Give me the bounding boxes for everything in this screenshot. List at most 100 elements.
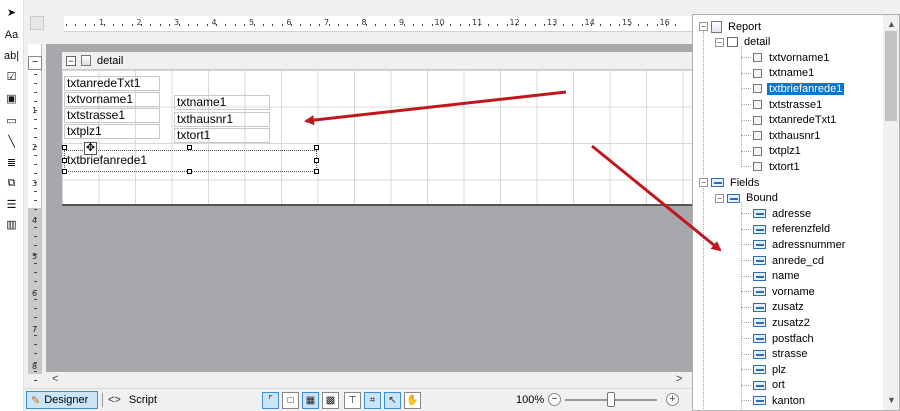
- snap-grid-button[interactable]: □: [282, 392, 299, 409]
- move-handle-icon[interactable]: ✥: [84, 142, 97, 155]
- collapse-band-button[interactable]: −: [28, 56, 42, 70]
- ruler-tick: [34, 308, 37, 309]
- field-txtname1[interactable]: txtname1: [174, 95, 270, 110]
- field-txtort1[interactable]: txtort1: [174, 128, 270, 143]
- subreport-tool-icon[interactable]: ⧉: [3, 175, 20, 191]
- ruler-tick: [34, 254, 37, 255]
- resize-handle[interactable]: [62, 169, 67, 174]
- field-txtplz1[interactable]: txtplz1: [64, 124, 160, 139]
- detail-band-header[interactable]: − detail: [62, 52, 694, 70]
- zoom-in-icon[interactable]: +: [666, 393, 679, 406]
- tree-connector: [741, 72, 751, 74]
- detail-band-body[interactable]: txtanredeTxt1 txtvorname1 txtname1 txtst…: [62, 70, 694, 206]
- report-explorer-tree: − Report − detail txtvorname1 txtname1 txtbrie…: [692, 14, 900, 411]
- tree-item-control[interactable]: txtbriefanrede1: [753, 81, 845, 96]
- tree-item-control[interactable]: txtplz1: [753, 144, 803, 159]
- snap-ruler-button[interactable]: ⊤: [344, 392, 361, 409]
- tree-collapse-icon[interactable]: −: [699, 22, 708, 31]
- field-txtvorname1[interactable]: txtvorname1: [64, 92, 160, 107]
- resize-handle[interactable]: [62, 145, 67, 150]
- richtext-tool-icon[interactable]: ≣: [3, 154, 20, 170]
- designer-tab[interactable]: ✎ Designer: [26, 391, 98, 409]
- scroll-left-icon[interactable]: <: [52, 373, 58, 385]
- tree-item-control[interactable]: txthausnr1: [753, 128, 822, 143]
- tree-item-bound-field[interactable]: adressnummer: [753, 237, 847, 252]
- textbox-tool-icon[interactable]: ab|: [3, 48, 20, 64]
- script-tab[interactable]: <> Script: [108, 391, 157, 409]
- tree-item-label: strasse: [772, 348, 808, 361]
- tree-item-bound-field[interactable]: strasse: [753, 347, 809, 362]
- tree-collapse-icon[interactable]: −: [699, 178, 708, 187]
- tree-item-control[interactable]: txtanredeTxt1: [753, 113, 838, 128]
- scroll-right-icon[interactable]: >: [676, 373, 682, 385]
- zoom-out-icon[interactable]: −: [548, 393, 561, 406]
- tree-item-control[interactable]: txtname1: [753, 66, 816, 81]
- tree-connector: [741, 213, 751, 215]
- resize-handle[interactable]: [187, 145, 192, 150]
- ruler-number: 3: [174, 18, 180, 27]
- snap-lines-button[interactable]: ⌜: [262, 392, 279, 409]
- barcode-tool-icon[interactable]: ▥: [3, 216, 20, 232]
- resize-handle[interactable]: [314, 158, 319, 163]
- select-mode-button[interactable]: ↖: [384, 392, 401, 409]
- grid-button[interactable]: ▩: [322, 392, 339, 409]
- scroll-down-icon[interactable]: ▼: [887, 395, 896, 405]
- horizontal-scrollbar[interactable]: < >: [46, 372, 692, 388]
- picture-tool-icon[interactable]: ▣: [3, 90, 20, 106]
- tree-item-control[interactable]: txtvorname1: [753, 50, 832, 65]
- tree-item-detail[interactable]: − detail: [715, 35, 772, 50]
- label-tool-icon[interactable]: Aa: [3, 27, 20, 43]
- scroll-thumb[interactable]: [885, 31, 897, 121]
- tree-vertical-scrollbar[interactable]: ▲ ▼: [883, 15, 899, 410]
- tree-item-bound[interactable]: − Bound: [715, 191, 780, 206]
- field-txthausnr1[interactable]: txthausnr1: [174, 112, 270, 127]
- show-grid-button[interactable]: ▦: [302, 392, 319, 409]
- ruler-tick: [34, 209, 37, 210]
- ruler-number: 8: [361, 18, 367, 27]
- ruler-number: 3: [32, 179, 38, 188]
- checkbox-tool-icon[interactable]: ☑: [3, 68, 20, 84]
- resize-handle[interactable]: [187, 169, 192, 174]
- tree-item-bound-field[interactable]: plz: [753, 362, 788, 377]
- tree-item-bound-field[interactable]: zusatz2: [753, 315, 812, 330]
- tree-item-control[interactable]: txtstrasse1: [753, 97, 824, 112]
- field-txtanredetxt1[interactable]: txtanredeTxt1: [64, 76, 160, 91]
- tree-item-label: anrede_cd: [772, 254, 824, 267]
- tree-item-bound-field[interactable]: adresse: [753, 206, 813, 221]
- tree-item-label: zusatz: [772, 301, 804, 314]
- resize-handle[interactable]: [314, 145, 319, 150]
- ruler-number: 1: [99, 18, 105, 27]
- dimension-lines-button[interactable]: ⌗: [364, 392, 381, 409]
- resize-handle[interactable]: [62, 158, 67, 163]
- tree-item-bound-field[interactable]: postfach: [753, 331, 816, 346]
- field-txtstrasse1[interactable]: txtstrasse1: [64, 108, 160, 123]
- hand-tool-button[interactable]: ✋: [404, 392, 421, 409]
- tree-connector: [741, 202, 742, 410]
- pointer-tool-icon[interactable]: ➤: [3, 4, 20, 20]
- tree-item-bound-field[interactable]: anrede_cd: [753, 253, 826, 268]
- tree-item-fields[interactable]: − Fields: [699, 175, 761, 190]
- resize-handle[interactable]: [314, 169, 319, 174]
- ruler-tick: [34, 290, 37, 291]
- toolbox: ➤ Aa ab| ☑ ▣ ▭ ╲ ≣ ⧉ ☰ ▥: [0, 0, 24, 411]
- tree-item-bound-field[interactable]: ort: [753, 378, 787, 393]
- tree-item-bound-field[interactable]: referenzfeld: [753, 222, 832, 237]
- tree-item-bound-field[interactable]: zusatz: [753, 300, 806, 315]
- tree-collapse-icon[interactable]: −: [715, 193, 724, 203]
- tree-item-control[interactable]: txtort1: [753, 159, 802, 174]
- rectangle-tool-icon[interactable]: ▭: [3, 112, 20, 128]
- ruler-tick: [112, 24, 114, 26]
- field-icon: [753, 380, 766, 390]
- zoom-slider-thumb[interactable]: [607, 392, 615, 407]
- line-tool-icon[interactable]: ╲: [3, 133, 20, 149]
- scroll-up-icon[interactable]: ▲: [887, 19, 896, 29]
- tree-item-bound-field[interactable]: kanton: [753, 393, 807, 408]
- tree-item-bound-field[interactable]: name: [753, 269, 802, 284]
- ruler-tick: [506, 24, 508, 26]
- band-expand-icon[interactable]: −: [66, 55, 76, 66]
- tree-collapse-icon[interactable]: −: [715, 37, 724, 47]
- table-tool-icon[interactable]: ☰: [3, 196, 20, 212]
- tree-connector: [741, 150, 751, 152]
- tree-item-bound-field[interactable]: vorname: [753, 284, 817, 299]
- tree-item-report[interactable]: − Report: [699, 19, 763, 34]
